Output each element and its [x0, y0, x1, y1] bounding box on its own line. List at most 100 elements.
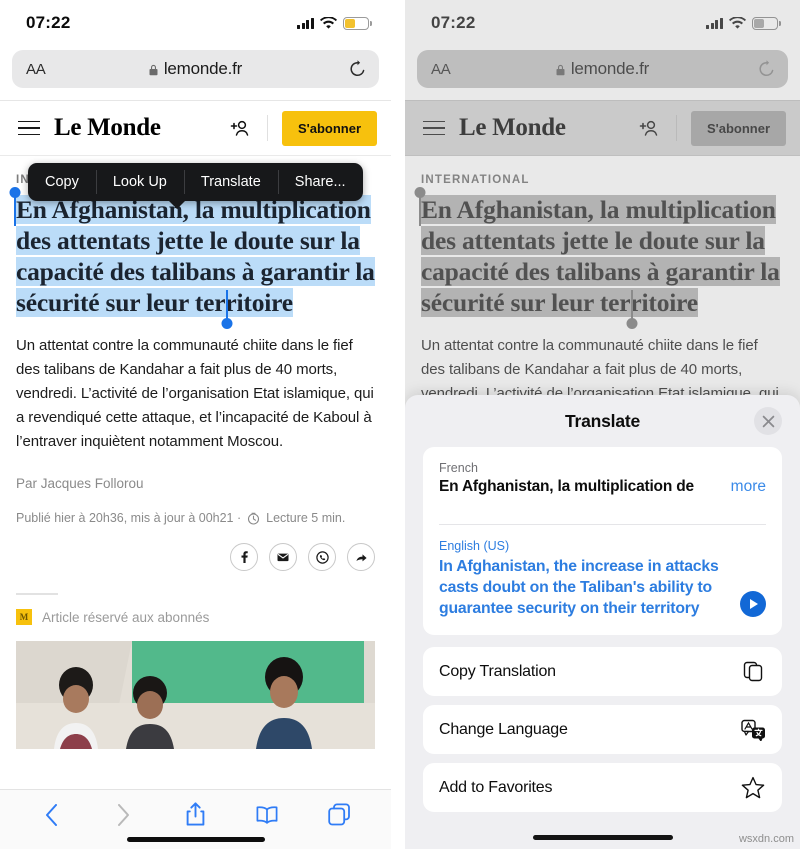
article-left: INTERNATIONAL En Afghanistan, la multipl… [0, 156, 391, 525]
chevron-left-icon[interactable] [40, 803, 64, 827]
reload-icon[interactable] [757, 60, 776, 79]
article-headline: En Afghanistan, la multiplication des at… [16, 195, 375, 317]
share-buttons-row [0, 543, 391, 571]
action-copy-translation[interactable]: Copy Translation [423, 647, 782, 696]
target-language-label: English (US) [439, 539, 510, 553]
reading-time-text: Lecture 5 min. [266, 511, 346, 525]
article-headline-wrap[interactable]: En Afghanistan, la multiplication des at… [9, 187, 375, 329]
menu-item-share[interactable]: Share... [277, 163, 363, 201]
chevron-right-icon[interactable] [112, 803, 136, 827]
article-headline-right: En Afghanistan, la multiplication des at… [421, 195, 780, 317]
dimmed-background-content: 07:22 AA lemonde.fr Le Monde S'abonner I… [405, 0, 800, 454]
page-title: Translate [564, 410, 641, 431]
lock-icon [149, 63, 158, 76]
battery-icon [343, 16, 372, 30]
target-text-block: English (US) In Afghanistan, the increas… [423, 525, 782, 635]
status-indicators [297, 16, 372, 30]
home-indicator-left [126, 837, 265, 842]
translated-text: In Afghanistan, the increase in attacks … [439, 558, 719, 617]
header-divider [266, 115, 268, 141]
phone-screen-left: 07:22 AA lemonde.fr Le Monde S'abonner E… [0, 0, 391, 849]
url-bar-container-right: AA lemonde.fr [405, 46, 800, 100]
text-selection-context-menu[interactable]: Copy Look Up Translate Share... [28, 163, 363, 201]
translate-sheet: Translate French En Afghanistan, la mult… [405, 395, 800, 849]
action-add-to-favorites[interactable]: Add to Favorites [423, 763, 782, 812]
share-up-icon[interactable] [183, 802, 207, 827]
status-bar-right: 07:22 [405, 0, 800, 46]
article-body: Un attentat contre la communauté chiite … [16, 337, 374, 450]
cellular-bars-icon [297, 17, 314, 29]
close-icon[interactable] [754, 407, 782, 435]
subscribe-button-right[interactable]: S'abonner [690, 110, 786, 146]
url-bar-container: AA lemonde.fr [0, 46, 391, 100]
add-account-icon[interactable] [636, 115, 662, 141]
menu-item-copy[interactable]: Copy [28, 163, 96, 201]
url-text: lemonde.fr [163, 59, 243, 78]
clock-icon [247, 512, 260, 525]
lemonde-logo: Le Monde [54, 114, 161, 141]
address-bar-right[interactable]: AA lemonde.fr [417, 50, 788, 88]
article-byline: Par Jacques Follorou [16, 476, 144, 491]
status-badge: M [16, 609, 32, 625]
article-headline-wrap-right[interactable]: En Afghanistan, la multiplication des at… [414, 187, 784, 329]
tabs-icon[interactable] [327, 803, 351, 827]
home-indicator-right [532, 835, 673, 840]
action-copy-translation-label: Copy Translation [439, 662, 556, 680]
translate-actions-list: Copy Translation Change Language Add to … [423, 647, 782, 812]
url-display: lemonde.fr [12, 59, 379, 79]
selection-handle-end[interactable] [221, 290, 233, 329]
source-text-block[interactable]: French En Afghanistan, la multiplication… [423, 447, 782, 512]
more-link[interactable]: more [729, 478, 766, 496]
book-icon[interactable] [255, 803, 279, 827]
hamburger-menu-icon[interactable] [423, 120, 445, 136]
hamburger-menu-icon[interactable] [18, 120, 40, 136]
source-text-line: En Afghanistan, la multiplication de mor… [439, 478, 766, 496]
star-icon [740, 775, 766, 801]
article-kicker-right: INTERNATIONAL [421, 174, 530, 186]
reload-icon[interactable] [348, 60, 367, 79]
publish-date-text: Publié hier à 20h36, mis à jour à 00h21 … [16, 511, 242, 525]
action-change-language[interactable]: Change Language [423, 705, 782, 754]
wifi-icon [320, 16, 337, 30]
source-text: En Afghanistan, la multiplication de [439, 478, 694, 495]
more-share-icon[interactable] [347, 543, 375, 571]
menu-item-translate[interactable]: Translate [183, 163, 278, 201]
source-language-label: French [439, 461, 478, 475]
lemonde-site-header: Le Monde S'abonner [0, 100, 391, 156]
lock-icon [556, 63, 565, 76]
context-menu-arrow [168, 200, 186, 209]
add-account-icon[interactable] [227, 115, 253, 141]
status-time-right: 07:22 [431, 13, 476, 32]
selection-handle-start[interactable] [9, 187, 21, 226]
battery-icon [752, 16, 781, 30]
whatsapp-share-icon[interactable] [308, 543, 336, 571]
email-share-icon[interactable] [269, 543, 297, 571]
facebook-share-icon[interactable] [230, 543, 258, 571]
subscriber-only-badge-row: M Article réservé aux abonnés [16, 609, 391, 625]
action-add-to-favorites-label: Add to Favorites [439, 778, 553, 796]
cellular-bars-icon [706, 17, 723, 29]
status-bar-left: 07:22 [0, 0, 391, 46]
selection-handle-start-right[interactable] [414, 187, 426, 226]
lemonde-logo-right: Le Monde [459, 114, 566, 141]
subscribe-button[interactable]: S'abonner [281, 110, 377, 146]
subscriber-only-label: Article réservé aux abonnés [42, 609, 210, 625]
copy-documents-icon [740, 659, 766, 685]
article-publication-info: Publié hier à 20h36, mis à jour à 00h21 … [16, 511, 375, 525]
article-photo [0, 641, 391, 749]
screenshot-stage: 07:22 AA lemonde.fr Le Monde S'abonner E… [0, 0, 800, 849]
address-bar[interactable]: AA lemonde.fr [12, 50, 379, 88]
selection-handle-end-right[interactable] [626, 290, 638, 329]
status-time: 07:22 [26, 13, 71, 32]
wifi-icon [729, 16, 746, 30]
url-display-right: lemonde.fr [417, 59, 788, 79]
translate-sheet-header: Translate [405, 395, 800, 447]
menu-item-look-up[interactable]: Look Up [95, 163, 184, 201]
phone-screen-right: 07:22 AA lemonde.fr Le Monde S'abonner I… [405, 0, 800, 849]
divider-line [16, 593, 58, 595]
target-text-row: In Afghanistan, the increase in attacks … [439, 556, 766, 619]
watermark: wsxdn.com [738, 833, 794, 845]
play-audio-icon[interactable] [740, 591, 766, 617]
status-indicators-right [706, 16, 781, 30]
translation-card: French En Afghanistan, la multiplication… [423, 447, 782, 635]
